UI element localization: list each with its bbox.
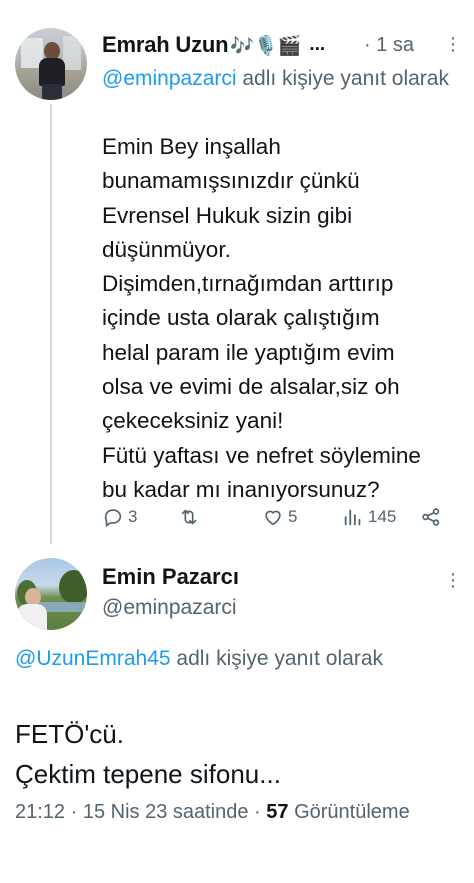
reply-context-label: adlı kişiye yanıt olarak	[170, 647, 383, 670]
retweet-icon	[181, 509, 197, 525]
reply-context-label: adlı kişiye yanıt olarak	[236, 67, 449, 90]
reply-tweet[interactable]: Emrah Uzun 🎶🎙️🎬 ... · 1 sa ⋮ @eminpazarc…	[0, 0, 474, 548]
author-name-row[interactable]: Emrah Uzun 🎶🎙️🎬 ...	[102, 30, 325, 60]
view-count: 145	[368, 507, 397, 526]
reply-to-link[interactable]: @UzunEmrah45	[15, 647, 171, 670]
views-icon	[344, 509, 361, 526]
timestamp-text[interactable]: 21:12 · 15 Nis 23 saatinde ·	[15, 801, 266, 823]
tweet-timestamp: 21:12 · 15 Nis 23 saatinde · 57 Görüntül…	[15, 796, 460, 828]
tweet-text: Emin Bey inşallah bunamamışsınızdır çünk…	[102, 134, 421, 502]
views-button[interactable]: 145	[342, 502, 396, 532]
like-button[interactable]: 5	[262, 502, 297, 532]
reply-button[interactable]: 3	[102, 502, 137, 532]
reply-to-link[interactable]: @eminpazarci	[102, 67, 237, 90]
thread-line	[50, 104, 52, 544]
like-count: 5	[288, 507, 298, 526]
tweet-text: FETÖ'cü. Çektim tepene sifonu...	[15, 719, 281, 789]
main-tweet[interactable]: Emin Pazarcı @eminpazarci ⋮ @UzunEmrah45…	[0, 548, 474, 883]
reply-icon	[104, 509, 122, 528]
share-button[interactable]	[420, 502, 442, 532]
avatar[interactable]	[15, 558, 87, 630]
author-name[interactable]: Emrah Uzun	[102, 32, 229, 58]
avatar[interactable]	[15, 28, 87, 100]
retweet-button[interactable]	[178, 502, 204, 532]
author-handle[interactable]: @eminpazarci	[102, 596, 237, 620]
like-icon	[265, 510, 281, 526]
more-icon[interactable]: ⋮	[444, 570, 462, 592]
reply-context: @UzunEmrah45 adlı kişiye yanıt olarak	[15, 644, 455, 674]
name-truncation: ...	[309, 34, 326, 55]
author-name[interactable]: Emin Pazarcı	[102, 564, 239, 590]
action-bar: 3 5 145	[102, 502, 452, 532]
more-icon[interactable]: ⋮	[444, 34, 462, 56]
author-emojis: 🎶🎙️🎬	[230, 34, 302, 57]
time-ago[interactable]: · 1 sa	[364, 30, 414, 60]
view-label: Görüntüleme	[294, 801, 410, 823]
reply-count: 3	[128, 507, 138, 526]
share-icon	[422, 508, 440, 526]
view-count: 57	[266, 801, 289, 823]
reply-context: @eminpazarci adlı kişiye yanıt olarak	[102, 64, 462, 94]
